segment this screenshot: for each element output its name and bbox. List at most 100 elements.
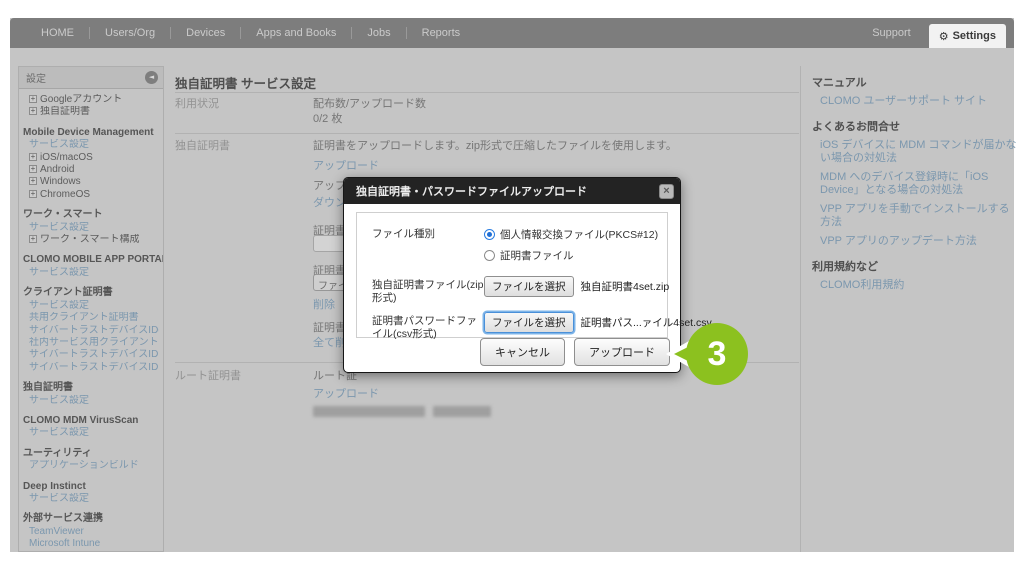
zip-file-name: 独自証明書4set.zip (574, 276, 670, 294)
sidebar-item-client-cert-service[interactable]: サービス設定 (23, 300, 159, 312)
help-link-faq-2[interactable]: MDM へのデバイス登録時に「iOS Device」となる場合の対処法 (820, 171, 1018, 197)
usage-line2: 0/2 枚 (313, 110, 342, 126)
sidebar-item-deep-instinct-service[interactable]: サービス設定 (23, 493, 159, 505)
root-cert-upload-link[interactable]: アップロード (313, 385, 379, 401)
nav-tab-devices[interactable]: Devices (171, 18, 240, 48)
sidebar-item-work-smart-service[interactable]: サービス設定 (23, 222, 159, 234)
sidebar-group-external-services: 外部サービス連携 (23, 513, 159, 525)
radio-label: 証明書ファイル (500, 248, 574, 263)
sidebar-group-app-portal: CLOMO MOBILE APP PORTAL (23, 254, 159, 266)
sidebar-group-deep-instinct: Deep Instinct (23, 481, 159, 493)
expand-icon[interactable]: + (29, 177, 37, 185)
cert-description: 証明書をアップロードします。zip形式で圧縮したファイルを使用します。 (313, 137, 677, 153)
sidebar-item-google-account[interactable]: +Googleアカウント (23, 94, 159, 106)
zip-file-row: 独自証明書ファイル(zip形式) ファイルを選択 独自証明書4set.zip (357, 276, 667, 305)
gear-icon: ⚙ (939, 30, 949, 43)
cert-text-input[interactable] (313, 235, 345, 252)
sidebar-item-windows[interactable]: +Windows (23, 176, 159, 188)
help-link-faq-1[interactable]: iOS デバイスに MDM コマンドが届かない場合の対処法 (820, 139, 1018, 165)
nav-tab-jobs[interactable]: Jobs (352, 18, 405, 48)
sidebar-group-mdm: Mobile Device Management (23, 127, 159, 139)
dialog-title: 独自証明書・パスワードファイルアップロード (356, 183, 587, 199)
redacted-block (433, 406, 491, 417)
radio-option-pkcs12[interactable]: 個人情報交換ファイル(PKCS#12) (484, 227, 658, 242)
sidebar-group-virusscan: CLOMO MDM VirusScan (23, 415, 159, 427)
file-type-label: ファイル種別 (372, 225, 484, 241)
sidebar-item-label: 独自証明書 (40, 106, 90, 117)
sidebar-item-app-portal-service[interactable]: サービス設定 (23, 267, 159, 279)
sidebar-item-cybertrust-pilot[interactable]: サイバートラストデバイスID(pilot)... (23, 325, 159, 337)
sidebar-item-virusscan-service[interactable]: サービス設定 (23, 427, 159, 439)
sidebar-item-microsoft-intune[interactable]: Microsoft Intune (23, 538, 159, 550)
cert-delete-link[interactable]: 削除 (313, 296, 335, 312)
divider (175, 133, 799, 134)
help-link-terms[interactable]: CLOMO利用規約 (820, 279, 1018, 292)
help-link-faq-4[interactable]: VPP アプリのアップデート方法 (820, 235, 1018, 248)
csv-file-label: 証明書パスワードファイル(csv形式) (372, 312, 484, 341)
cert-delete-all-link[interactable]: 全て削 (313, 334, 346, 350)
sidebar-item-label: ワーク・スマート構成 (40, 234, 140, 245)
sidebar-item-ios-macos[interactable]: +iOS/macOS (23, 152, 159, 164)
app-page: HOME Users/Org Devices Apps and Books Jo… (10, 18, 1014, 552)
sidebar-menu: +Googleアカウント +独自証明書 Mobile Device Manage… (19, 89, 163, 551)
tab-settings[interactable]: ⚙ Settings (929, 24, 1006, 48)
radio-selected-icon[interactable] (484, 229, 495, 240)
csv-file-select-button[interactable]: ファイルを選択 (484, 312, 574, 333)
sidebar-item-custom-cert-service[interactable]: サービス設定 (23, 395, 159, 407)
sidebar-item-chromeos[interactable]: +ChromeOS (23, 189, 159, 201)
nav-item-support[interactable]: Support (854, 18, 929, 48)
help-link-faq-3[interactable]: VPP アプリを手動でインストールする方法 (820, 203, 1018, 229)
help-section-terms: 利用規約など (812, 258, 1018, 274)
sidebar-header: 設定 ◄ (19, 67, 163, 89)
cert-upload-link[interactable]: アップロード (313, 157, 379, 173)
radio-unselected-icon[interactable] (484, 250, 495, 261)
nav-tab-home[interactable]: HOME (26, 18, 89, 48)
redacted-text (313, 406, 493, 418)
nav-right: Support ⚙ Settings (854, 18, 1014, 48)
help-link-support-site[interactable]: CLOMO ユーザーサポート サイト (820, 95, 1018, 108)
zip-file-label: 独自証明書ファイル(zip形式) (372, 276, 484, 305)
close-icon[interactable]: × (659, 184, 674, 199)
sidebar-item-app-build[interactable]: アプリケーションビルド (23, 460, 159, 472)
cancel-button[interactable]: キャンセル (480, 338, 565, 366)
expand-icon[interactable]: + (29, 153, 37, 161)
usage-line1: 配布数/アップロード数 (313, 95, 426, 111)
sidebar-item-shared-client-cert[interactable]: 共用クライアント証明書 (23, 312, 159, 324)
nav-tab-reports[interactable]: Reports (407, 18, 476, 48)
file-type-row: ファイル種別 個人情報交換ファイル(PKCS#12) 証明書ファイル (357, 225, 667, 263)
sidebar-item-android[interactable]: +Android (23, 164, 159, 176)
expand-icon[interactable]: + (29, 165, 37, 173)
cert-download-link[interactable]: ダウン (313, 194, 346, 210)
sidebar-item-teamviewer[interactable]: TeamViewer (23, 526, 159, 538)
sidebar-group-work-smart: ワーク・スマート (23, 209, 159, 221)
sidebar-item-mdm-service[interactable]: サービス設定 (23, 139, 159, 151)
sidebar-group-utility: ユーティリティ (23, 448, 159, 460)
sidebar-item-internal-client-cert[interactable]: 社内サービス用クライアント証明書 (23, 337, 159, 349)
csv-file-row: 証明書パスワードファイル(csv形式) ファイルを選択 証明書パス...ァイル4… (357, 312, 667, 341)
file-type-options: 個人情報交換ファイル(PKCS#12) 証明書ファイル (484, 225, 658, 263)
sidebar-collapse-icon[interactable]: ◄ (145, 71, 158, 84)
expand-icon[interactable]: + (29, 190, 37, 198)
usage-label: 利用状況 (175, 95, 219, 111)
expand-icon[interactable]: + (29, 107, 37, 115)
sidebar-item-work-smart-config[interactable]: +ワーク・スマート構成 (23, 234, 159, 246)
zip-file-select-button[interactable]: ファイルを選択 (484, 276, 574, 297)
content-divider (800, 66, 801, 552)
nav-tabs: HOME Users/Org Devices Apps and Books Jo… (10, 18, 475, 48)
sidebar-item-label: Windows (40, 176, 81, 187)
expand-icon[interactable]: + (29, 95, 37, 103)
nav-tab-users-org[interactable]: Users/Org (90, 18, 170, 48)
sidebar-item-custom-cert[interactable]: +独自証明書 (23, 106, 159, 118)
radio-option-cert-file[interactable]: 証明書ファイル (484, 248, 658, 263)
sidebar-item-cybertrust-g3is-2[interactable]: サイバートラストデバイスID G3is(... (23, 362, 159, 374)
settings-tab-label: Settings (953, 30, 996, 42)
sidebar-item-label: ChromeOS (40, 189, 90, 200)
page-title: 独自証明書 サービス設定 (175, 73, 316, 92)
sidebar-header-label: 設定 (26, 70, 46, 85)
sidebar-group-custom-cert: 独自証明書 (23, 382, 159, 394)
step-number-badge: 3 (686, 323, 748, 385)
cert-file-select-button[interactable]: ファイ (313, 274, 347, 291)
nav-tab-apps-and-books[interactable]: Apps and Books (241, 18, 351, 48)
sidebar-item-cybertrust-g3is-1[interactable]: サイバートラストデバイスID G3is... (23, 349, 159, 361)
expand-icon[interactable]: + (29, 235, 37, 243)
